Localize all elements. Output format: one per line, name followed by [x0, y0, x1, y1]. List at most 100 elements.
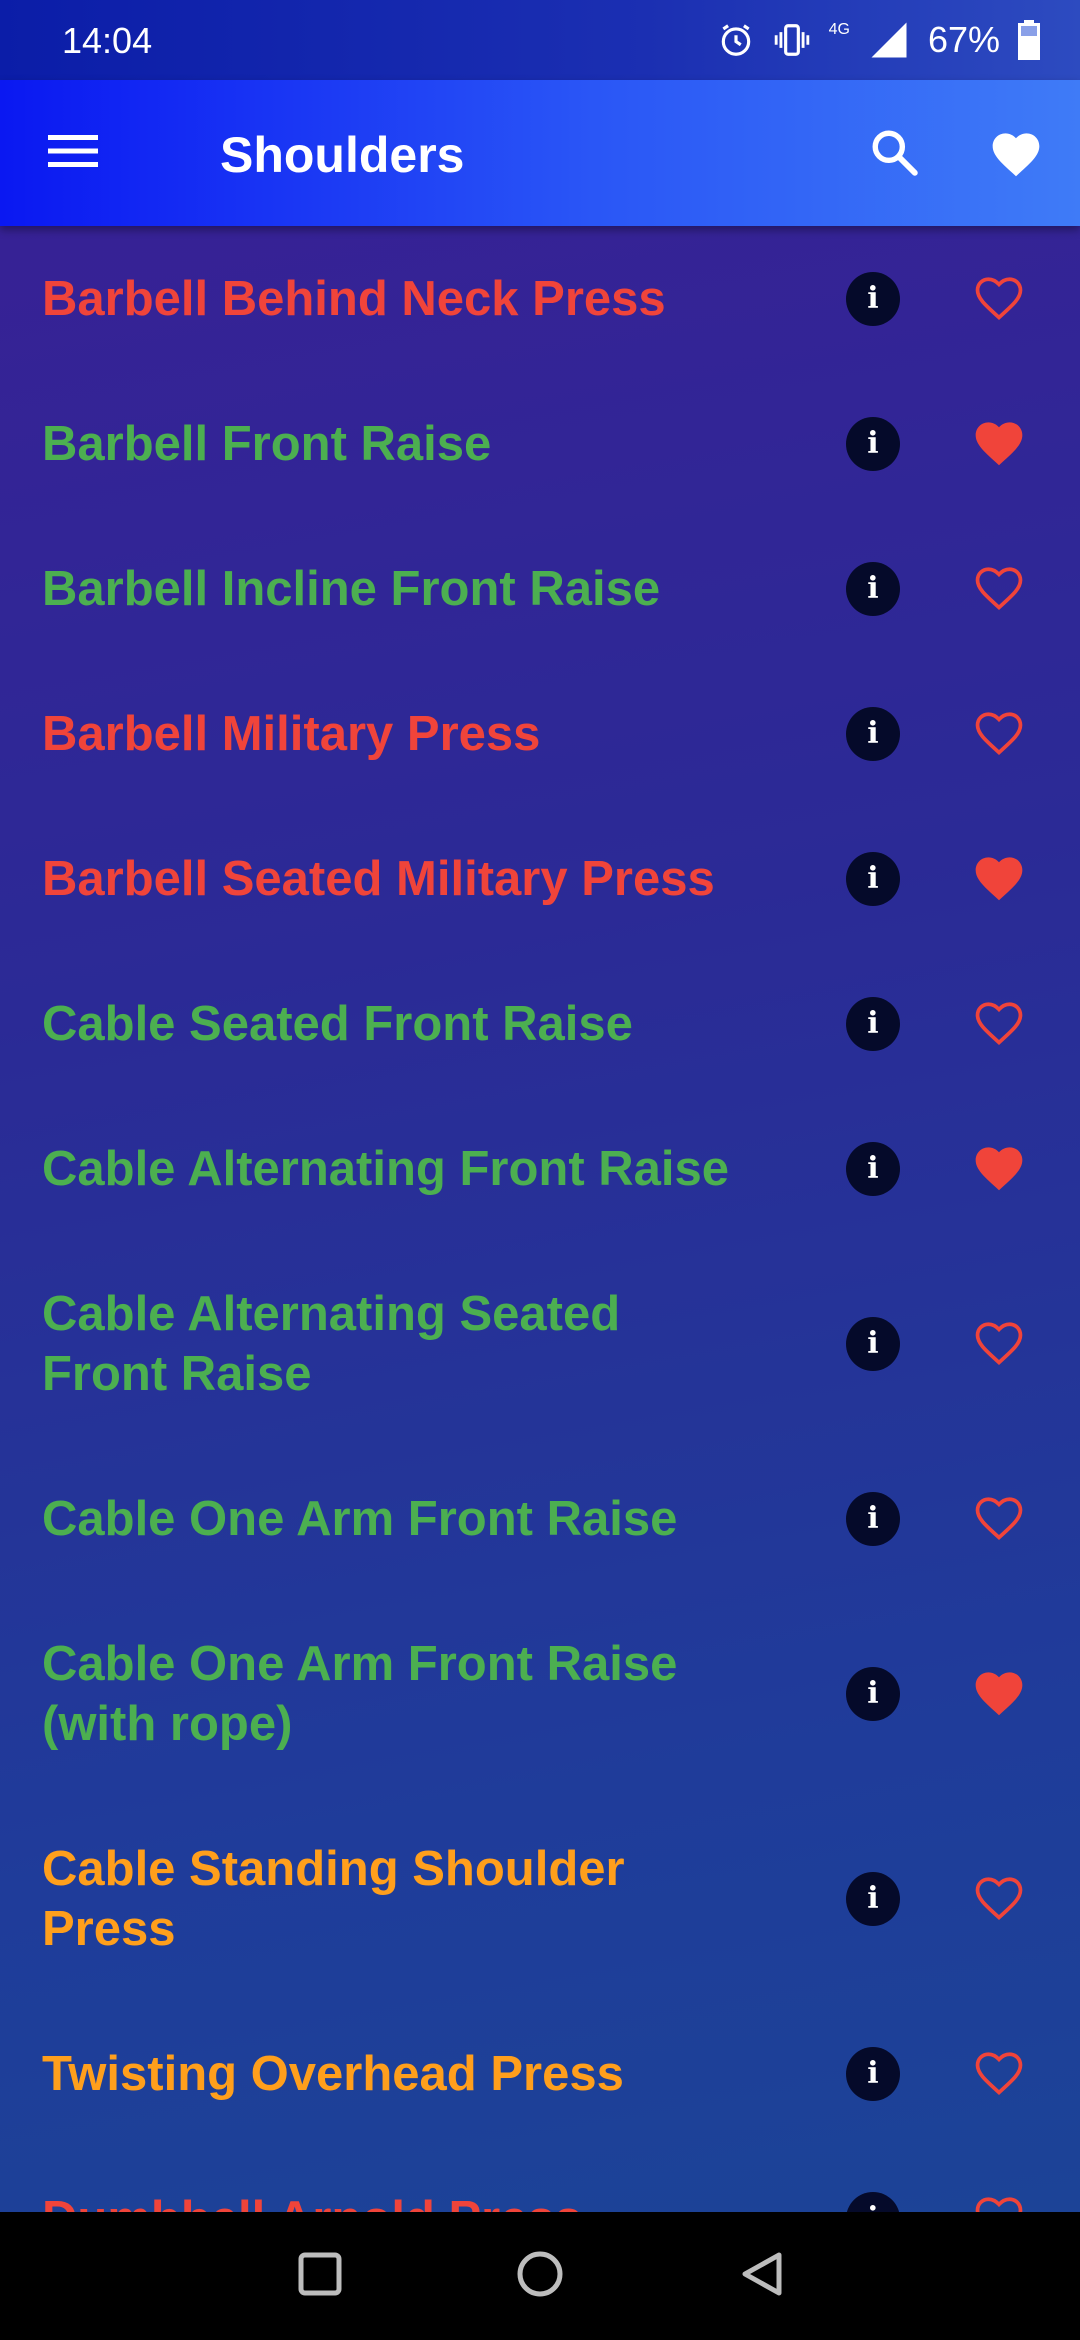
info-icon: i: [867, 426, 879, 461]
info-button[interactable]: i: [846, 1666, 900, 1721]
list-item[interactable]: Cable Seated Front Raise i: [0, 951, 1080, 1096]
heart-filled-icon: [971, 1665, 1027, 1722]
heart-filled-icon: [971, 1140, 1027, 1197]
list-item[interactable]: Cable Alternating Seated Front Raise i: [0, 1241, 1080, 1446]
alarm-icon: [717, 21, 755, 59]
exercise-name[interactable]: Cable One Arm Front Raise: [42, 1489, 742, 1549]
info-icon: i: [867, 1881, 879, 1916]
heart-outline-icon: [971, 2045, 1027, 2102]
favorite-toggle-on[interactable]: [970, 1142, 1028, 1196]
search-icon: [869, 127, 919, 182]
list-item[interactable]: Twisting Overhead Press i: [0, 2001, 1080, 2146]
back-button[interactable]: [732, 2246, 792, 2306]
back-triangle-icon: [739, 2251, 785, 2302]
exercise-name[interactable]: Barbell Seated Military Press: [42, 849, 742, 909]
info-button[interactable]: i: [846, 1491, 900, 1546]
status-icons: 4G 67%: [717, 16, 1040, 64]
favorite-toggle-off[interactable]: [970, 1317, 1028, 1371]
exercise-name[interactable]: Barbell Incline Front Raise: [42, 559, 742, 619]
info-icon: i: [867, 2056, 879, 2091]
menu-icon: [48, 133, 98, 174]
favorite-toggle-off[interactable]: [970, 562, 1028, 616]
info-icon: i: [867, 2201, 878, 2212]
exercise-name[interactable]: Twisting Overhead Press: [42, 2044, 742, 2104]
favorite-toggle-off[interactable]: [970, 272, 1028, 326]
heart-outline-icon: [971, 2190, 1027, 2212]
list-item[interactable]: Barbell Seated Military Press i: [0, 806, 1080, 951]
favorite-toggle-off[interactable]: [970, 1872, 1028, 1926]
battery-icon: [1018, 20, 1040, 60]
info-button[interactable]: i: [846, 2191, 900, 2212]
info-button[interactable]: i: [846, 996, 900, 1051]
navigation-bar: [0, 2212, 1080, 2340]
heart-outline-icon: [971, 705, 1027, 762]
status-time: 14:04: [62, 20, 153, 61]
search-button[interactable]: [856, 116, 932, 192]
info-icon: i: [867, 1006, 879, 1041]
exercise-list[interactable]: Barbell Behind Neck Press i Barbell Front …: [0, 226, 1080, 2212]
list-item[interactable]: Dumbbell Arnold Press i: [0, 2146, 1080, 2212]
exercise-name[interactable]: Cable Alternating Front Raise: [42, 1139, 742, 1199]
exercise-name[interactable]: Barbell Military Press: [42, 704, 742, 764]
recents-button[interactable]: [290, 2246, 350, 2306]
info-icon: i: [867, 1326, 879, 1361]
info-button[interactable]: i: [846, 1316, 900, 1371]
exercise-name[interactable]: Dumbbell Arnold Press: [42, 2189, 742, 2213]
favorite-toggle-off[interactable]: [970, 707, 1028, 761]
info-icon: i: [867, 281, 879, 316]
list-item[interactable]: Cable One Arm Front Raise (with rope) i: [0, 1591, 1080, 1796]
exercise-name[interactable]: Cable Seated Front Raise: [42, 994, 742, 1054]
info-button[interactable]: i: [846, 706, 900, 761]
favorite-toggle-on[interactable]: [970, 852, 1028, 906]
heart-outline-icon: [971, 1490, 1027, 1547]
exercise-name[interactable]: Cable Alternating Seated Front Raise: [42, 1284, 722, 1404]
favorites-button[interactable]: [976, 116, 1056, 192]
exercise-name[interactable]: Cable One Arm Front Raise (with rope): [42, 1634, 722, 1754]
heart-icon: [988, 126, 1044, 183]
vibrate-icon: [773, 21, 811, 59]
exercise-name[interactable]: Barbell Front Raise: [42, 414, 742, 474]
status-bar: 14:04 4G 67%: [0, 0, 1080, 80]
list-item[interactable]: Cable One Arm Front Raise i: [0, 1446, 1080, 1591]
info-icon: i: [867, 1501, 879, 1536]
signal-icon: [868, 19, 910, 61]
favorite-toggle-off[interactable]: [970, 2190, 1028, 2212]
info-icon: i: [867, 1151, 879, 1186]
list-item[interactable]: Cable Alternating Front Raise i: [0, 1096, 1080, 1241]
info-button[interactable]: i: [846, 1871, 900, 1926]
info-button[interactable]: i: [846, 416, 900, 471]
circle-icon: [516, 2250, 564, 2303]
heart-outline-icon: [971, 560, 1027, 617]
info-button[interactable]: i: [846, 561, 900, 616]
favorite-toggle-on[interactable]: [970, 1667, 1028, 1721]
favorite-toggle-off[interactable]: [970, 1492, 1028, 1546]
list-item[interactable]: Barbell Incline Front Raise i: [0, 516, 1080, 661]
info-button[interactable]: i: [846, 271, 900, 326]
app-bar: Shoulders: [0, 80, 1080, 226]
info-button[interactable]: i: [846, 1141, 900, 1196]
info-icon: i: [867, 716, 879, 751]
info-button[interactable]: i: [846, 2046, 900, 2101]
home-button[interactable]: [510, 2246, 570, 2306]
info-icon: i: [867, 861, 879, 896]
info-button[interactable]: i: [846, 851, 900, 906]
menu-button[interactable]: [38, 120, 108, 186]
heart-outline-icon: [971, 995, 1027, 1052]
heart-outline-icon: [971, 1315, 1027, 1372]
info-icon: i: [867, 1676, 879, 1711]
heart-outline-icon: [971, 270, 1027, 327]
list-item[interactable]: Barbell Behind Neck Press i: [0, 226, 1080, 371]
list-item[interactable]: Cable Standing Shoulder Press i: [0, 1796, 1080, 2001]
exercise-name[interactable]: Cable Standing Shoulder Press: [42, 1839, 722, 1959]
favorite-toggle-on[interactable]: [970, 417, 1028, 471]
list-item[interactable]: Barbell Front Raise i: [0, 371, 1080, 516]
list-item[interactable]: Barbell Military Press i: [0, 661, 1080, 806]
heart-filled-icon: [971, 850, 1027, 907]
battery-text: 67%: [927, 19, 1000, 60]
favorite-toggle-off[interactable]: [970, 997, 1028, 1051]
square-icon: [298, 2252, 342, 2301]
heart-outline-icon: [971, 1870, 1027, 1927]
page-title: Shoulders: [220, 127, 465, 183]
favorite-toggle-off[interactable]: [970, 2047, 1028, 2101]
exercise-name[interactable]: Barbell Behind Neck Press: [42, 269, 742, 329]
